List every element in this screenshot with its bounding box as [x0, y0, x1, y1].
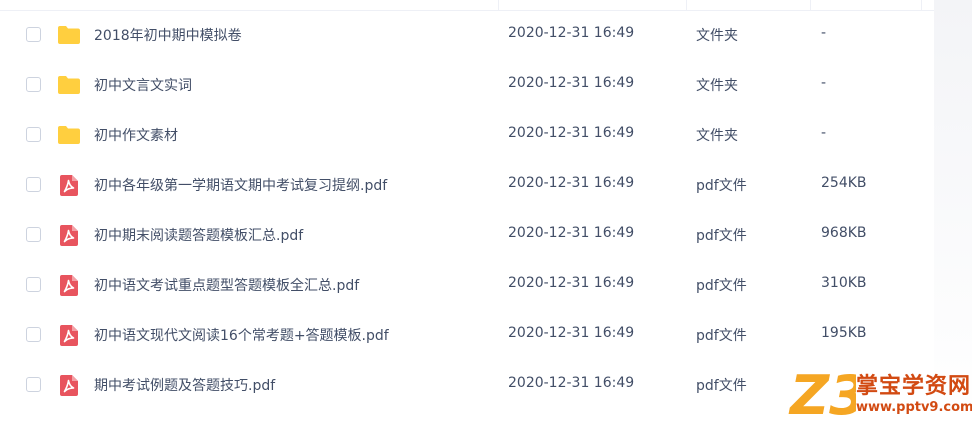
file-size: -: [821, 125, 827, 141]
row-checkbox[interactable]: [26, 177, 41, 192]
file-name[interactable]: 初中语文现代文阅读16个常考题+答题模板.pdf: [94, 325, 389, 345]
row-checkbox[interactable]: [26, 127, 41, 142]
file-date: 2020-12-31 16:49: [508, 275, 635, 291]
pdf-icon: [57, 173, 81, 197]
file-date: 2020-12-31 16:49: [508, 125, 635, 141]
file-row[interactable]: 初中作文素材 2020-12-31 16:49 文件夹 -: [0, 111, 934, 161]
file-size: 968KB: [821, 225, 867, 241]
file-name[interactable]: 初中期末阅读题答题模板汇总.pdf: [94, 225, 303, 245]
folder-icon: [57, 123, 81, 147]
row-checkbox[interactable]: [26, 27, 41, 42]
pdf-icon: [57, 373, 81, 397]
file-row[interactable]: 初中期末阅读题答题模板汇总.pdf 2020-12-31 16:49 pdf文件 96…: [0, 211, 934, 261]
watermark-url: www.pptv9.com: [856, 400, 972, 415]
watermark-logo-text: Z3: [788, 364, 856, 422]
folder-icon: [57, 73, 81, 97]
file-size: 254KB: [821, 175, 867, 191]
row-checkbox[interactable]: [26, 227, 41, 242]
row-checkbox[interactable]: [26, 77, 41, 92]
file-date: 2020-12-31 16:49: [508, 25, 635, 41]
row-checkbox[interactable]: [26, 327, 41, 342]
file-row[interactable]: 2018年初中期中模拟卷 2020-12-31 16:49 文件夹 -: [0, 11, 934, 61]
watermark-logo: Z3: [788, 364, 856, 422]
file-name[interactable]: 初中作文素材: [94, 125, 178, 145]
file-date: 2020-12-31 16:49: [508, 75, 635, 91]
file-size: -: [821, 25, 827, 41]
file-type: 文件夹: [696, 78, 738, 94]
file-row[interactable]: 初中文言文实词 2020-12-31 16:49 文件夹 -: [0, 61, 934, 111]
row-checkbox[interactable]: [26, 277, 41, 292]
file-type: 文件夹: [696, 128, 738, 144]
file-date: 2020-12-31 16:49: [508, 225, 635, 241]
file-size: -: [821, 75, 827, 91]
column-divider: [810, 0, 811, 10]
file-row[interactable]: 初中各年级第一学期语文期中考试复习提纲.pdf 2020-12-31 16:49 p…: [0, 161, 934, 211]
watermark: Z3 掌宝学资网 www.pptv9.com: [786, 362, 972, 422]
file-name[interactable]: 期中考试例题及答题技巧.pdf: [94, 375, 275, 395]
pdf-icon: [57, 273, 81, 297]
file-type: pdf文件: [696, 278, 747, 294]
file-type: pdf文件: [696, 328, 747, 344]
file-name[interactable]: 2018年初中期中模拟卷: [94, 25, 242, 45]
file-date: 2020-12-31 16:49: [508, 325, 635, 341]
row-checkbox[interactable]: [26, 377, 41, 392]
pdf-icon: [57, 323, 81, 347]
scrollbar-track[interactable]: [934, 0, 972, 422]
column-divider: [686, 0, 687, 10]
file-name[interactable]: 初中各年级第一学期语文期中考试复习提纲.pdf: [94, 175, 387, 195]
folder-icon: [57, 23, 81, 47]
column-divider: [921, 0, 922, 10]
column-divider: [498, 0, 499, 10]
file-name[interactable]: 初中语文考试重点题型答题模板全汇总.pdf: [94, 275, 359, 295]
file-row[interactable]: 初中语文考试重点题型答题模板全汇总.pdf 2020-12-31 16:49 pdf…: [0, 261, 934, 311]
file-date: 2020-12-31 16:49: [508, 175, 635, 191]
file-type: pdf文件: [696, 228, 747, 244]
file-row[interactable]: 初中语文现代文阅读16个常考题+答题模板.pdf 2020-12-31 16:49…: [0, 311, 934, 361]
file-type: 文件夹: [696, 28, 738, 44]
file-size: 310KB: [821, 275, 867, 291]
file-type: pdf文件: [696, 378, 747, 394]
pdf-icon: [57, 223, 81, 247]
file-size: 195KB: [821, 325, 867, 341]
column-header-strip: [0, 0, 972, 11]
file-list: 2018年初中期中模拟卷 2020-12-31 16:49 文件夹 - 初中文言文实词 2…: [0, 11, 934, 411]
watermark-title: 掌宝学资网: [856, 374, 972, 399]
file-name[interactable]: 初中文言文实词: [94, 75, 192, 95]
file-type: pdf文件: [696, 178, 747, 194]
file-date: 2020-12-31 16:49: [508, 375, 635, 391]
